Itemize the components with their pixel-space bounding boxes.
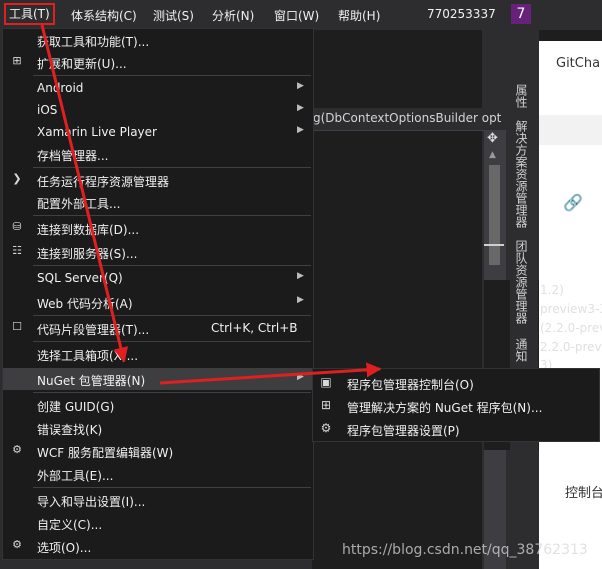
menu-item-create-guid[interactable]: 创建 GUID(G) xyxy=(3,394,313,416)
shortcut-text: Ctrl+K, Ctrl+B xyxy=(211,321,298,335)
menu-architecture[interactable]: 体系结构(C) xyxy=(71,7,137,24)
menu-item-external-tools-config[interactable]: 配置外部工具... xyxy=(3,191,313,213)
link-icon[interactable]: 🔗 xyxy=(563,193,583,212)
database-connect-icon: ⛁ xyxy=(12,220,22,233)
menu-item-sql-server[interactable]: SQL Server(Q) ▶ xyxy=(3,267,313,289)
menu-tools[interactable]: 工具(T) xyxy=(4,3,55,25)
scrollbar-marker xyxy=(484,244,504,246)
tools-dropdown-menu: 获取工具和功能(T)... ⊞ 扩展和更新(U)... Android ▶ iO… xyxy=(2,28,314,560)
console-icon: ▣ xyxy=(320,375,332,389)
scroll-up-icon[interactable]: ▲ xyxy=(489,150,496,160)
menu-item-nuget[interactable]: NuGet 包管理器(N) ▶ xyxy=(3,368,313,390)
menu-separator xyxy=(33,341,311,342)
menu-help[interactable]: 帮助(H) xyxy=(338,7,380,24)
menu-bar: 工具(T) 体系结构(C) 测试(S) 分析(N) 窗口(W) 帮助(H) 77… xyxy=(0,0,602,30)
submenu-arrow-icon: ▶ xyxy=(297,81,304,91)
package-version: 2.2.0-previe xyxy=(540,340,602,354)
submenu-item-package-console[interactable]: ▣ 程序包管理器控制台(O) xyxy=(313,372,599,394)
package-version: (2.2.0-previ xyxy=(540,321,602,335)
menu-item-wcf-editor[interactable]: ⚙ WCF 服务配置编辑器(W) xyxy=(3,440,313,462)
browser-pane: GitCha 🔗 控制台， xyxy=(539,30,602,569)
gear-icon: ⚙ xyxy=(12,538,22,551)
snippet-checkbox-icon: ☐ xyxy=(12,320,22,333)
package-icon: ⊞ xyxy=(320,398,332,412)
article-text: 控制台， xyxy=(565,486,602,501)
menu-item-snippets[interactable]: ☐ 代码片段管理器(T)... Ctrl+K, Ctrl+B xyxy=(3,317,313,339)
wcf-gear-icon: ⚙ xyxy=(12,443,22,456)
menu-separator xyxy=(33,265,311,266)
menu-separator xyxy=(33,392,311,393)
submenu-item-manage-packages[interactable]: ⊞ 管理解决方案的 NuGet 程序包(N)... xyxy=(313,395,599,417)
gear-icon: ⚙ xyxy=(320,421,332,435)
menu-item-get-tools[interactable]: 获取工具和功能(T)... xyxy=(3,29,313,51)
menu-separator xyxy=(33,167,311,168)
submenu-arrow-icon: ▶ xyxy=(297,103,304,113)
menu-item-choose-toolbox[interactable]: 选择工具箱项(X)... xyxy=(3,343,313,365)
menu-analyze[interactable]: 分析(N) xyxy=(212,7,254,24)
menu-separator xyxy=(33,215,311,216)
account-badge[interactable]: 7 xyxy=(511,4,531,24)
menu-item-import-export[interactable]: 导入和导出设置(I)... xyxy=(3,489,313,511)
gitchat-link[interactable]: GitCha xyxy=(556,56,600,71)
menu-item-connect-database[interactable]: ⛁ 连接到数据库(D)... xyxy=(3,217,313,239)
tab-solution-explorer[interactable]: 解决方案资源管理器 xyxy=(513,120,530,228)
menu-item-ios[interactable]: iOS ▶ xyxy=(3,99,313,121)
menu-item-task-runner[interactable]: ❯ 任务运行程序资源管理器 xyxy=(3,169,313,191)
menu-item-archive[interactable]: 存档管理器... xyxy=(3,143,313,165)
scrollbar-thumb[interactable] xyxy=(489,165,500,265)
split-icon[interactable]: ✥ xyxy=(487,131,498,146)
submenu-arrow-icon: ▶ xyxy=(297,295,304,305)
submenu-arrow-icon: ▶ xyxy=(297,125,304,135)
menu-item-connect-server[interactable]: ☷ 连接到服务器(S)... xyxy=(3,241,313,263)
menu-item-error-lookup[interactable]: 错误查找(K) xyxy=(3,417,313,439)
nuget-submenu: ▣ 程序包管理器控制台(O) ⊞ 管理解决方案的 NuGet 程序包(N)...… xyxy=(312,368,600,442)
menu-item-web-code-analysis[interactable]: Web 代码分析(A) ▶ xyxy=(3,291,313,313)
tab-properties[interactable]: 属性 xyxy=(513,84,530,108)
menu-item-customize[interactable]: 自定义(C)... xyxy=(3,512,313,534)
watermark: https://blog.csdn.net/qq_38762313 xyxy=(342,542,588,558)
submenu-arrow-icon: ▶ xyxy=(297,271,304,281)
tab-notifications[interactable]: 通知 xyxy=(513,338,530,362)
menu-item-extensions[interactable]: ⊞ 扩展和更新(U)... xyxy=(3,51,313,73)
submenu-item-package-settings[interactable]: ⚙ 程序包管理器设置(P) xyxy=(313,418,599,440)
menu-item-external-tools[interactable]: 外部工具(E)... xyxy=(3,463,313,485)
menu-separator xyxy=(33,315,311,316)
menu-item-options[interactable]: ⚙ 选项(O)... xyxy=(3,535,313,557)
menu-item-xamarin[interactable]: Xamarin Live Player ▶ xyxy=(3,121,313,143)
server-connect-icon: ☷ xyxy=(12,244,22,257)
task-runner-icon: ❯ xyxy=(12,172,22,185)
account-name[interactable]: 770253337 xyxy=(427,7,496,21)
package-version: 1.2) xyxy=(540,283,564,297)
menu-separator xyxy=(33,75,311,76)
menu-separator xyxy=(33,487,311,488)
menu-item-android[interactable]: Android ▶ xyxy=(3,77,313,99)
editor-member-dropdown[interactable]: g(DbContextOptionsBuilder opt xyxy=(313,111,501,125)
tab-team-explorer[interactable]: 团队资源管理器 xyxy=(513,240,530,324)
submenu-arrow-icon: ▶ xyxy=(297,372,304,382)
package-version: preview3-35 xyxy=(540,302,602,316)
menu-test[interactable]: 测试(S) xyxy=(153,7,194,24)
extensions-icon: ⊞ xyxy=(12,54,22,67)
menu-window[interactable]: 窗口(W) xyxy=(274,7,319,24)
